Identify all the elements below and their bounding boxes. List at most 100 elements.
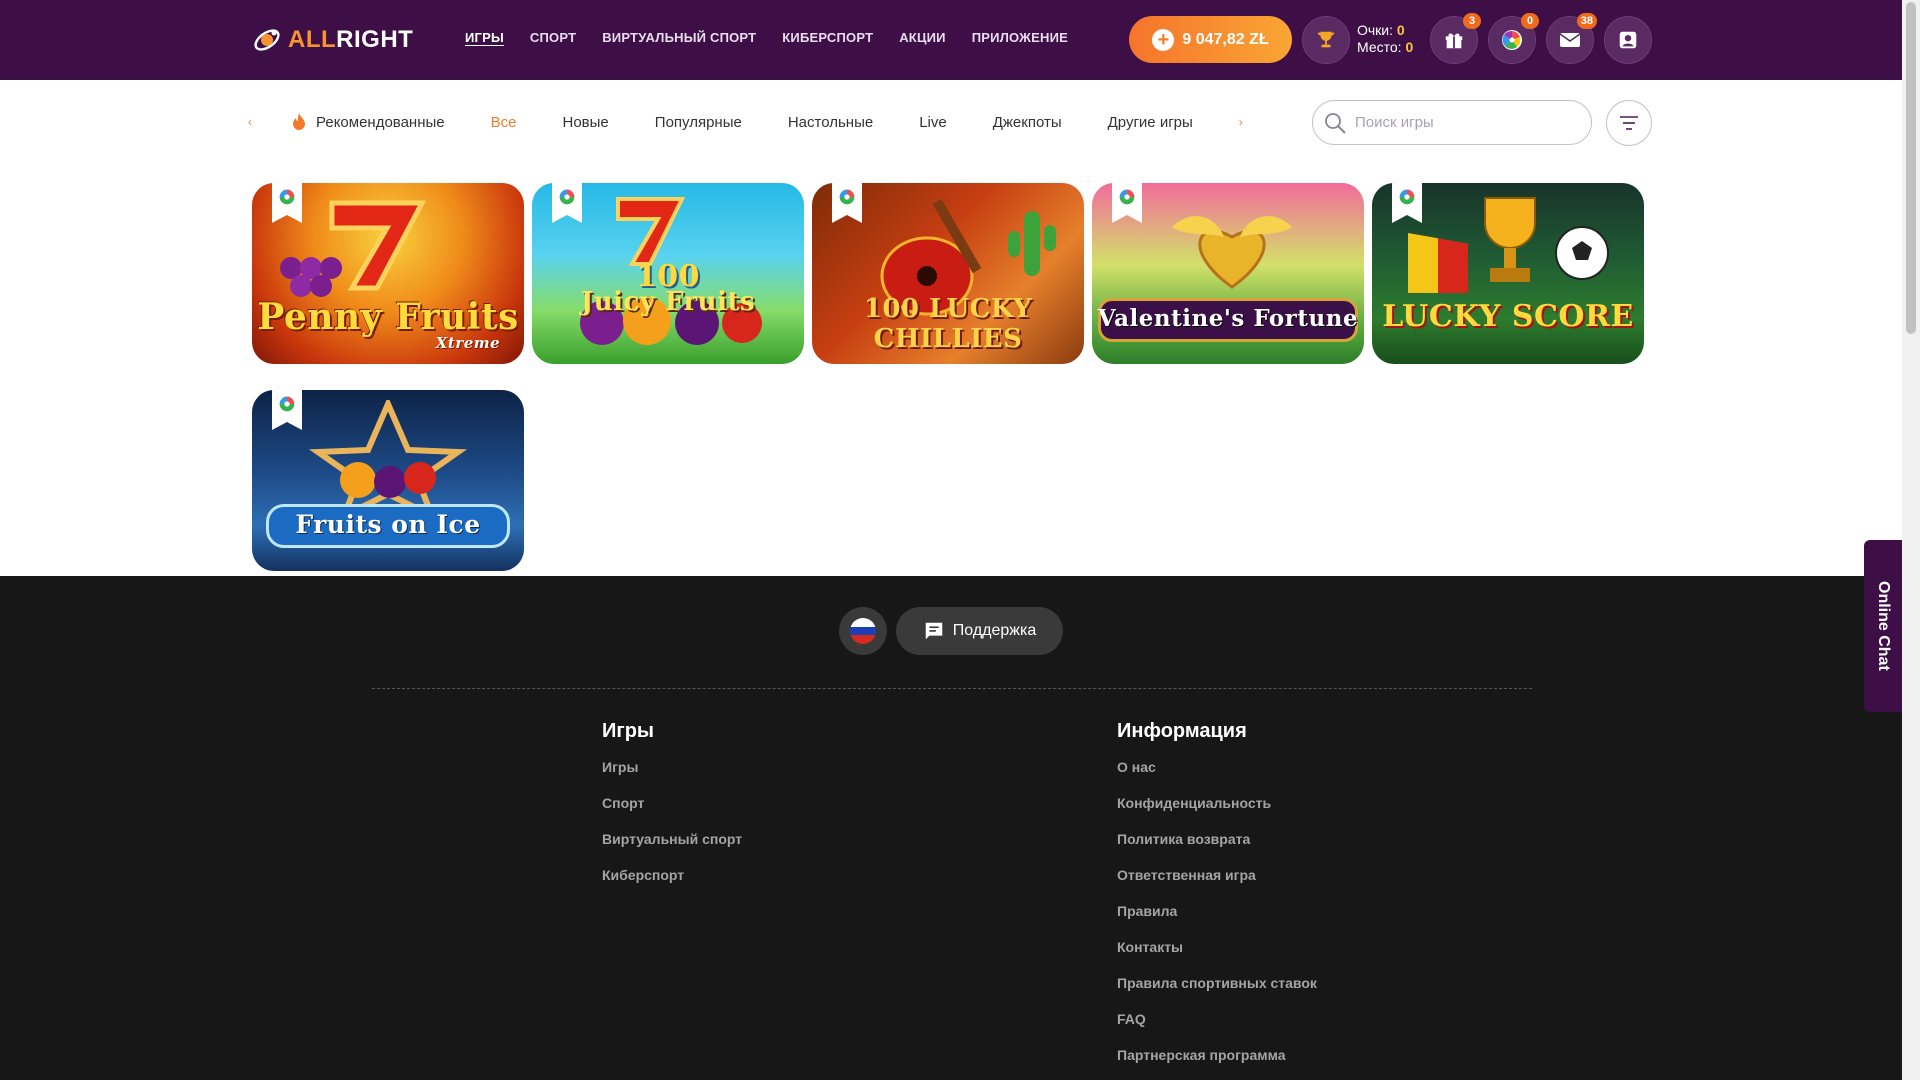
footer-link-affiliate-program[interactable]: Партнерская программа	[1117, 1045, 1317, 1080]
footer-link-privacy[interactable]: Конфиденциальность	[1117, 793, 1317, 829]
gifts-count-badge: 3	[1463, 13, 1481, 29]
footer-link-rules[interactable]: Правила	[1117, 901, 1317, 937]
nav-esports[interactable]: КИБЕРСПОРТ	[782, 30, 873, 45]
footer-link-sport[interactable]: Спорт	[602, 793, 742, 829]
cactus-icon	[1008, 211, 1056, 276]
game-title: Penny Fruits	[257, 296, 519, 338]
footer-link-responsible-gaming[interactable]: Ответственная игра	[1117, 865, 1317, 901]
allright-logo[interactable]: ALLRIGHT	[252, 24, 413, 56]
wheel-count-badge: 0	[1521, 13, 1539, 29]
online-chat-tab[interactable]: Online Chat	[1864, 540, 1902, 712]
game-category-bar: ‹ Рекомендованные Все Новые Популярные Н…	[248, 100, 1652, 146]
chat-bubble-icon	[925, 622, 943, 640]
scroll-left-arrow-icon[interactable]: ‹	[248, 115, 252, 129]
messages-count-badge: 38	[1576, 13, 1597, 29]
gift-icon	[1445, 33, 1463, 49]
game-tile-100-lucky-chillies[interactable]: 100 LUCKY CHILLIES	[812, 183, 1084, 364]
wheel-icon	[1502, 30, 1522, 50]
game-tile-lucky-score[interactable]: LUCKY SCORE	[1372, 183, 1644, 364]
search-icon	[1325, 112, 1346, 134]
wheel-icon	[559, 189, 575, 205]
game-tile-fruits-on-ice[interactable]: Fruits on Ice	[252, 390, 524, 571]
site-footer: Поддержка Игры Игры Спорт Виртуальный сп…	[0, 576, 1902, 1080]
footer-info-column: Информация О нас Конфиденциальность Поли…	[1117, 720, 1317, 1080]
profile-button[interactable]	[1604, 16, 1652, 64]
football-icon	[1555, 226, 1609, 280]
support-label: Поддержка	[952, 622, 1037, 639]
nav-app[interactable]: ПРИЛОЖЕНИЕ	[972, 30, 1068, 45]
game-tile-juicy-fruits[interactable]: 100 Juicy Fruits	[532, 183, 804, 364]
tab-recommended[interactable]: Рекомендованные	[290, 112, 445, 132]
provider-badge	[272, 183, 302, 223]
filter-icon	[1620, 116, 1638, 130]
balance-amount: 9 047,82 ZŁ	[1182, 30, 1269, 48]
messages-button[interactable]: 38	[1546, 13, 1597, 64]
envelope-icon	[1559, 33, 1581, 47]
trophy-icon	[1317, 31, 1335, 48]
game-title: Valentine's Fortune	[1097, 305, 1359, 332]
tab-jackpots[interactable]: Джекпоты	[993, 114, 1062, 131]
footer-link-sports-betting-rules[interactable]: Правила спортивных ставок	[1117, 973, 1317, 1009]
provider-badge	[1392, 183, 1422, 223]
support-button[interactable]: Поддержка	[896, 607, 1063, 655]
page-scrollbar[interactable]	[1902, 0, 1920, 1080]
profile-icon	[1619, 31, 1637, 49]
wheel-icon	[1399, 189, 1415, 205]
footer-link-faq[interactable]: FAQ	[1117, 1009, 1317, 1045]
footer-info-heading: Информация	[1117, 720, 1247, 742]
fortune-wheel-button[interactable]: 0	[1488, 13, 1539, 64]
game-title: Fruits on Ice	[295, 510, 481, 539]
trophy-icon	[1484, 197, 1536, 282]
footer-games-column: Игры Игры Спорт Виртуальный спорт Киберс…	[602, 720, 742, 901]
language-selector[interactable]	[839, 607, 887, 655]
footer-link-games[interactable]: Игры	[602, 757, 742, 793]
footer-link-about[interactable]: О нас	[1117, 757, 1317, 793]
game-title: 100 LUCKY CHILLIES	[863, 294, 1033, 354]
scroll-right-icon[interactable]: ›	[1239, 115, 1243, 129]
wheel-icon	[839, 189, 855, 205]
scrollbar-thumb[interactable]	[1906, 2, 1916, 334]
tab-live[interactable]: Live	[919, 114, 947, 131]
tab-new[interactable]: Новые	[563, 114, 609, 131]
points-place-display: Очки: 0 Место: 0	[1357, 22, 1414, 55]
plus-icon: +	[1152, 28, 1175, 51]
flame-icon	[293, 113, 305, 130]
tab-other-games[interactable]: Другие игры	[1108, 114, 1193, 131]
deposit-balance-button[interactable]: + 9 047,82 ZŁ	[1129, 16, 1292, 63]
tab-popular[interactable]: Популярные	[655, 114, 742, 131]
footer-link-contacts[interactable]: Контакты	[1117, 937, 1317, 973]
russia-flag-icon	[850, 618, 876, 644]
footer-link-virtual-sport[interactable]: Виртуальный спорт	[602, 829, 742, 865]
footer-link-esports[interactable]: Киберспорт	[602, 865, 742, 901]
footer-divider	[372, 688, 1532, 689]
wheel-icon	[1119, 189, 1135, 205]
wheel-icon	[279, 189, 295, 205]
star-icon	[308, 400, 468, 520]
nav-promotions[interactable]: АКЦИИ	[899, 30, 946, 45]
tab-table[interactable]: Настольные	[788, 114, 873, 131]
provider-badge	[1112, 183, 1142, 223]
provider-badge	[272, 390, 302, 430]
nav-sport[interactable]: СПОРТ	[530, 30, 576, 45]
game-title: Juicy Fruits	[580, 287, 756, 317]
game-subtitle: Xtreme	[435, 334, 501, 352]
provider-badge	[832, 183, 862, 223]
gifts-button[interactable]: 3	[1430, 13, 1481, 64]
provider-badge	[552, 183, 582, 223]
logo-text: ALLRIGHT	[288, 26, 414, 53]
tab-all[interactable]: Все	[491, 114, 517, 131]
game-title: LUCKY SCORE	[1382, 299, 1634, 334]
game-tile-penny-fruits[interactable]: Penny Fruits Xtreme	[252, 183, 524, 364]
footer-link-refund-policy[interactable]: Политика возврата	[1117, 829, 1317, 865]
nav-virtual-sport[interactable]: ВИРТУАЛЬНЫЙ СПОРТ	[602, 30, 756, 45]
winged-heart-icon	[1172, 216, 1292, 289]
game-search-input[interactable]	[1355, 114, 1575, 131]
game-tile-valentines-fortune[interactable]: Valentine's Fortune	[1092, 183, 1364, 364]
main-nav: ИГРЫ СПОРТ ВИРТУАЛЬНЫЙ СПОРТ КИБЕРСПОРТ …	[465, 30, 1068, 45]
game-search-box	[1312, 100, 1592, 145]
category-tabs: ‹ Рекомендованные Все Новые Популярные Н…	[248, 112, 1289, 132]
top-header: ALLRIGHT ИГРЫ СПОРТ ВИРТУАЛЬНЫЙ СПОРТ КИ…	[0, 0, 1902, 80]
filter-button[interactable]	[1606, 100, 1652, 146]
nav-games[interactable]: ИГРЫ	[465, 30, 504, 45]
tournament-button[interactable]	[1302, 16, 1350, 64]
